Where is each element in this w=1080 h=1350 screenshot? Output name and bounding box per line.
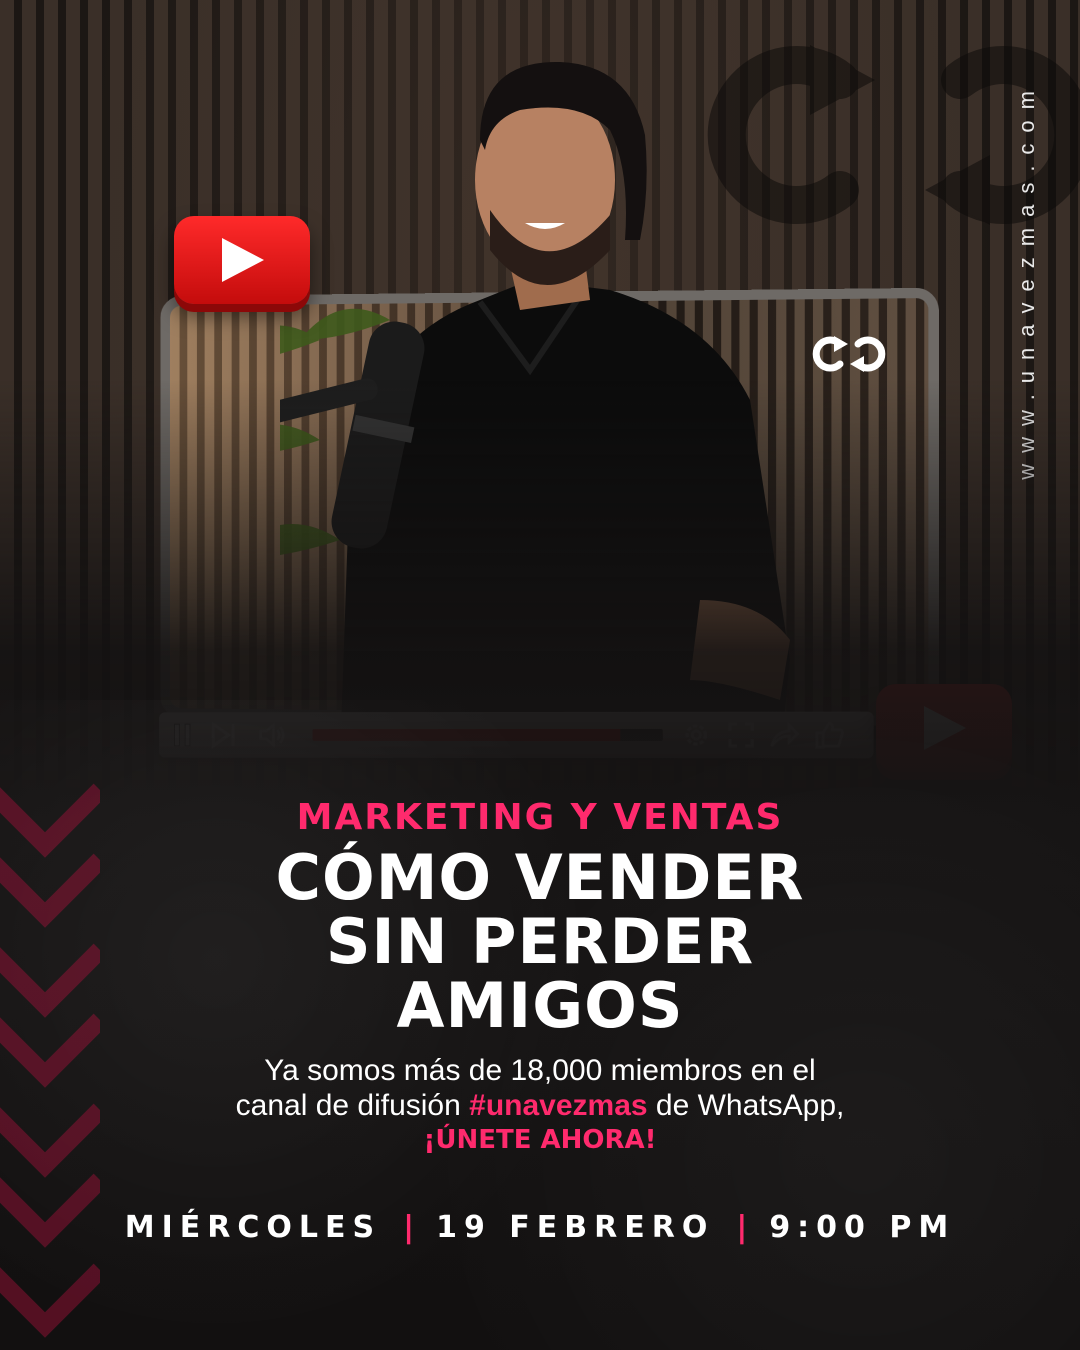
title-line-1: CÓMO VENDER [275, 841, 805, 914]
brand-logo-icon [812, 336, 886, 372]
description-text: canal de difusión [235, 1089, 470, 1122]
event-time: 9:00 PM [769, 1210, 956, 1245]
headline: MARKETING Y VENTAS CÓMO VENDER SIN PERDE… [0, 790, 1080, 1038]
description-text-end: de WhatsApp, [647, 1089, 845, 1122]
description: Ya somos más de 18,000 miembros en el ca… [150, 1053, 930, 1158]
description-line-2: canal de difusión #unavezmas de WhatsApp… [150, 1088, 930, 1123]
youtube-play-badge-top [174, 216, 310, 304]
hashtag: #unavezmas [469, 1089, 648, 1122]
separator: | [736, 1210, 748, 1245]
join-cta: ¡ÚNETE AHORA! [423, 1125, 657, 1155]
event-schedule: MIÉRCOLES | 19 FEBRERO | 9:00 PM [0, 1210, 1080, 1245]
category-kicker: MARKETING Y VENTAS [296, 797, 784, 838]
play-icon [222, 238, 264, 282]
description-line-1: Ya somos más de 18,000 miembros en el [264, 1054, 816, 1087]
event-day: MIÉRCOLES [124, 1210, 382, 1245]
title-line-2: SIN PERDER [325, 905, 755, 978]
episode-title: CÓMO VENDER SIN PERDER AMIGOS [0, 846, 1080, 1038]
title-line-3: AMIGOS [396, 969, 684, 1042]
event-date: 19 FEBRERO [436, 1210, 715, 1245]
separator: | [403, 1210, 415, 1245]
